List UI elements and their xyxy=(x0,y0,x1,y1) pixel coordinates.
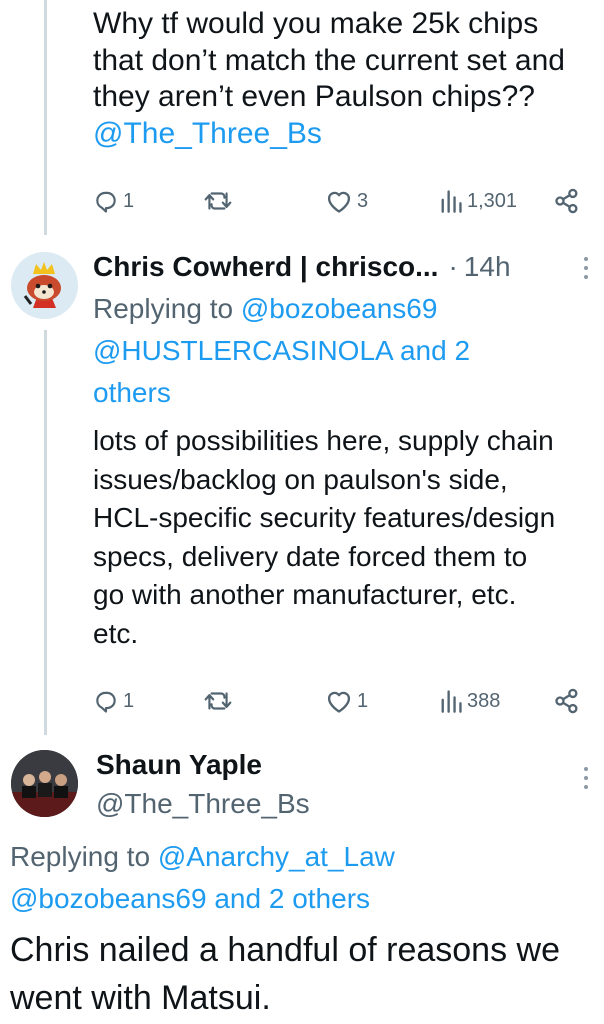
tweet-actions: 1 1 388 xyxy=(93,686,593,716)
tweet-body: Why tf would you make 25k chips that don… xyxy=(93,6,593,152)
views-count: 1,301 xyxy=(467,189,518,212)
mention-link[interactable]: @bozobeans69 and 2 others xyxy=(10,883,370,914)
heart-icon xyxy=(325,188,353,214)
avatar[interactable] xyxy=(11,252,78,319)
reply-button[interactable]: 1 xyxy=(93,686,134,716)
retweet-button[interactable] xyxy=(203,186,237,216)
author-handle[interactable]: @The_Three_Bs xyxy=(96,788,310,820)
more-options-icon[interactable] xyxy=(574,254,598,289)
like-count: 3 xyxy=(357,189,369,212)
mention-link[interactable]: @The_Three_Bs xyxy=(93,117,322,150)
mention-link[interactable]: @Anarchy_at_Law xyxy=(158,841,395,872)
share-icon xyxy=(553,187,581,215)
tweet-header: Chris Cowherd | chrisco... · 14h xyxy=(93,251,511,283)
reply-button[interactable]: 1 xyxy=(93,186,134,216)
replying-to: Replying to @Anarchy_at_Law @bozobeans69 … xyxy=(10,836,570,920)
author-name[interactable]: Shaun Yaple xyxy=(96,749,262,781)
mention-link[interactable]: @bozobeans69 xyxy=(241,293,438,324)
like-button[interactable]: 3 xyxy=(325,186,368,216)
share-button[interactable] xyxy=(553,686,581,716)
share-icon xyxy=(553,687,581,715)
reply-count: 1 xyxy=(123,689,135,712)
reply-count: 1 xyxy=(123,189,135,212)
replying-to: Replying to @bozobeans69 @HUSTLERCASINOLA… xyxy=(93,288,553,414)
tweet-text: Why tf would you make 25k chips that don… xyxy=(93,7,565,113)
views-icon xyxy=(439,188,463,214)
tweet-text: lots of possibilities here, supply chain… xyxy=(93,425,556,649)
views-count: 388 xyxy=(467,689,501,712)
views-button[interactable]: 1,301 xyxy=(439,186,517,216)
timestamp[interactable]: 14h xyxy=(464,251,511,283)
tweet-actions: 1 3 1,301 xyxy=(93,186,593,216)
views-icon xyxy=(439,688,463,714)
heart-icon xyxy=(325,688,353,714)
more-options-icon[interactable] xyxy=(574,764,598,799)
retweet-button[interactable] xyxy=(203,686,237,716)
reply-icon xyxy=(93,188,119,214)
views-button[interactable]: 388 xyxy=(439,686,500,716)
retweet-icon xyxy=(203,688,233,714)
separator-dot: · xyxy=(448,251,458,282)
replying-to-label: Replying to xyxy=(93,293,241,324)
thread-line-middle xyxy=(44,330,47,735)
avatar[interactable] xyxy=(11,750,78,817)
thread-line-top xyxy=(44,0,47,235)
mention-link[interactable]: @HUSTLERCASINOLA and 2 others xyxy=(93,335,470,408)
retweet-icon xyxy=(203,188,233,214)
share-button[interactable] xyxy=(553,186,581,216)
author-name[interactable]: Chris Cowherd | chrisco... xyxy=(93,251,438,283)
like-button[interactable]: 1 xyxy=(325,686,368,716)
reply-icon xyxy=(93,688,119,714)
replying-to-label: Replying to xyxy=(10,841,158,872)
tweet-text: Chris nailed a handful of reasons we wen… xyxy=(10,931,560,1017)
like-count: 1 xyxy=(357,689,369,712)
